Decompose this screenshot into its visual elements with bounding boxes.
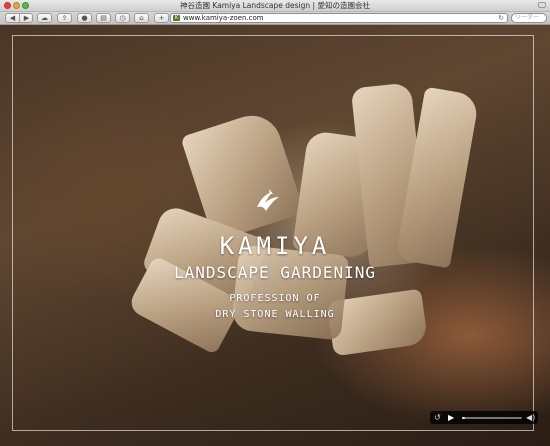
fullscreen-button[interactable]: [538, 2, 546, 8]
back-button[interactable]: ◀: [6, 14, 20, 22]
stop-icon: ●: [81, 14, 88, 22]
video-scrubber[interactable]: [462, 417, 522, 419]
clock-icon: ◷: [119, 14, 126, 22]
address-bar[interactable]: K www.kamiya-zoen.com ↻: [170, 13, 508, 23]
reload-icon[interactable]: ↻: [498, 14, 504, 22]
share-icon: ⇪: [61, 14, 68, 22]
url-text: www.kamiya-zoen.com: [183, 14, 264, 22]
forward-button[interactable]: ▶: [20, 14, 33, 22]
video-progress-fill: [462, 417, 465, 419]
stop-button[interactable]: ●: [77, 13, 92, 23]
browser-toolbar: ◀ ▶ ☁ ⇪ ● ▤ ◷ ⌂ + K www.kamiya-zoen.com …: [0, 12, 550, 25]
history-button[interactable]: ◷: [115, 13, 130, 23]
brand-tagline-line2: DRY STONE WALLING: [215, 309, 335, 320]
brand-tagline-line1: PROFESSION OF: [229, 293, 321, 304]
nav-button-group: ◀ ▶: [5, 13, 33, 23]
share-button[interactable]: ⇪: [57, 13, 72, 23]
reader-button[interactable]: リーダー: [511, 13, 547, 23]
replay-icon[interactable]: ↺: [434, 412, 441, 423]
hero-video[interactable]: KAMIYA LANDSCAPE GARDENING PROFESSION OF…: [0, 25, 550, 446]
brand-name: KAMIYA: [219, 232, 331, 260]
reading-list-button[interactable]: ▤: [96, 13, 111, 23]
window-titlebar: 神谷造園 Kamiya Landscape design | 愛知の造園会社: [0, 0, 550, 12]
new-tab-button[interactable]: +: [154, 13, 169, 23]
back-arrow-icon: ◀: [9, 14, 16, 22]
brand-subtitle: LANDSCAPE GARDENING: [173, 263, 377, 282]
reading-list-icon: ▤: [100, 14, 107, 22]
volume-icon[interactable]: ◀): [526, 412, 535, 423]
forward-arrow-icon: ▶: [23, 14, 30, 22]
reader-label: リーダー: [515, 14, 540, 21]
home-icon: ⌂: [139, 14, 144, 22]
video-controls: ↺ ▶ ◀): [430, 411, 538, 424]
site-favicon-icon: K: [173, 15, 180, 21]
bird-logo-icon: [257, 189, 279, 211]
icloud-tabs-button[interactable]: ☁: [37, 13, 52, 23]
home-button[interactable]: ⌂: [134, 13, 149, 23]
play-icon[interactable]: ▶: [448, 412, 454, 423]
window-title: 神谷造園 Kamiya Landscape design | 愛知の造園会社: [180, 1, 370, 10]
plus-icon: +: [158, 14, 165, 22]
cloud-icon: ☁: [41, 14, 48, 22]
